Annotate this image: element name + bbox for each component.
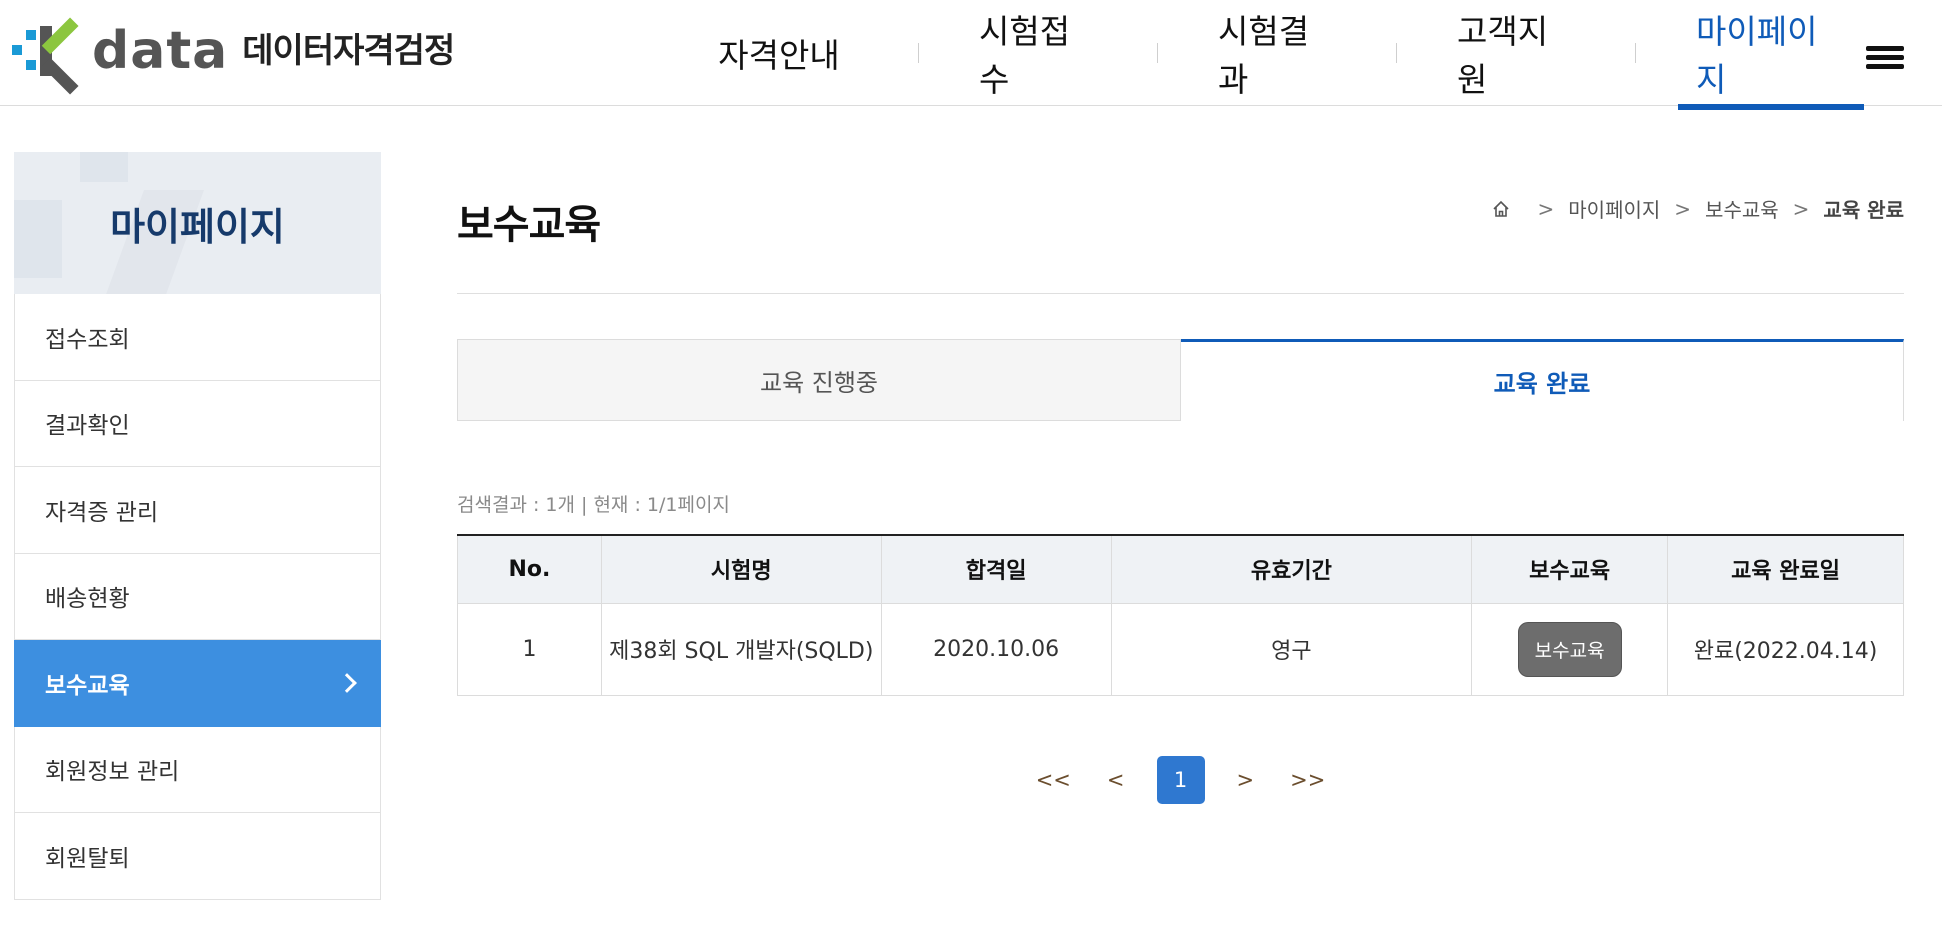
table-header-row: No. 시험명 합격일 유효기간 보수교육 교육 완료일 <box>457 535 1904 604</box>
nav-label: 시험접수 <box>979 12 1071 99</box>
title-divider <box>457 293 1904 294</box>
site-header: data 데이터자격검정 자격안내 시험접수 시험결과 고객지원 마이페이지 <box>0 0 1942 110</box>
page-current-button[interactable]: 1 <box>1156 756 1205 804</box>
logo-wordmark: data <box>92 21 229 81</box>
sidebar-item-member-info[interactable]: 회원정보 관리 <box>14 726 381 813</box>
cell-completion-date: 완료(2022.04.14) <box>1667 602 1904 696</box>
pagination: << < 1 > >> <box>457 756 1904 804</box>
logo-subtitle: 데이터자격검정 <box>242 31 455 71</box>
breadcrumb-separator-icon: > <box>1674 196 1692 221</box>
breadcrumb-item[interactable]: 마이페이지 <box>1568 194 1660 223</box>
cell-exam-name: 제38회 SQL 개발자(SQLD) <box>600 602 882 696</box>
breadcrumb-separator-icon: > <box>1792 196 1810 221</box>
hamburger-menu-icon[interactable] <box>1866 46 1904 70</box>
sidebar-item-continuing-education[interactable]: 보수교육 <box>14 640 381 727</box>
column-header-education: 보수교육 <box>1471 535 1669 604</box>
page-first-button[interactable]: << <box>1036 768 1071 792</box>
sidebar-item-label: 접수조회 <box>45 326 130 353</box>
cell-no: 1 <box>457 602 602 696</box>
column-header-validity: 유효기간 <box>1110 535 1473 604</box>
nav-active-indicator <box>1678 104 1864 110</box>
column-header-no: No. <box>457 535 602 604</box>
home-icon[interactable] <box>1492 200 1510 218</box>
breadcrumb-separator-icon: > <box>1537 196 1555 221</box>
nav-label: 자격안내 <box>718 36 840 75</box>
page-title: 보수교육 <box>457 202 601 248</box>
column-header-exam-name: 시험명 <box>600 535 882 604</box>
kdata-logo[interactable]: data 데이터자격검정 <box>12 17 455 95</box>
education-button[interactable]: 보수교육 <box>1517 621 1622 677</box>
sidebar-item-certificate-management[interactable]: 자격증 관리 <box>14 467 381 554</box>
nav-divider <box>918 43 919 63</box>
k-logo-mark-icon <box>12 17 90 95</box>
page-next-button[interactable]: > <box>1237 768 1255 792</box>
nav-exam-registration[interactable]: 시험접수 <box>979 0 1097 106</box>
tab-completed[interactable]: 교육 완료 <box>1181 339 1904 421</box>
sidebar-item-registration-lookup[interactable]: 접수조회 <box>14 294 381 381</box>
breadcrumb-item[interactable]: 보수교육 <box>1705 194 1779 223</box>
sidebar-item-result-check[interactable]: 결과확인 <box>14 380 381 467</box>
sidebar-item-label: 회원정보 관리 <box>45 759 180 786</box>
breadcrumb: > 마이페이지 > 보수교육 > 교육 완료 <box>1492 194 1904 223</box>
education-table: No. 시험명 합격일 유효기간 보수교육 교육 완료일 1 제38회 SQL … <box>457 534 1904 696</box>
nav-qualification-info[interactable]: 자격안내 <box>700 0 858 106</box>
sidebar-item-label: 보수교육 <box>45 672 130 699</box>
sidebar-item-withdraw[interactable]: 회원탈퇴 <box>14 813 381 900</box>
tab-in-progress[interactable]: 교육 진행중 <box>457 339 1181 421</box>
nav-divider <box>1635 43 1636 63</box>
main-nav: 자격안내 시험접수 시험결과 고객지원 마이페이지 <box>700 0 1864 110</box>
cell-validity: 영구 <box>1110 602 1473 696</box>
chevron-right-icon <box>337 672 357 693</box>
nav-label: 시험결과 <box>1218 12 1310 99</box>
nav-customer-support[interactable]: 고객지원 <box>1457 0 1575 106</box>
sidebar-item-label: 결과확인 <box>45 413 130 440</box>
sidebar: 마이페이지 접수조회 결과확인 자격증 관리 배송현황 보수교육 회원정보 관리… <box>14 152 381 900</box>
breadcrumb-current: 교육 완료 <box>1823 198 1904 222</box>
cell-pass-date: 2020.10.06 <box>880 602 1112 696</box>
nav-divider <box>1396 43 1397 63</box>
page-last-button[interactable]: >> <box>1290 768 1325 792</box>
nav-exam-results[interactable]: 시험결과 <box>1218 0 1336 106</box>
nav-label: 마이페이지 <box>1696 12 1818 99</box>
column-header-completion-date: 교육 완료일 <box>1667 535 1904 604</box>
nav-mypage[interactable]: 마이페이지 <box>1678 0 1864 110</box>
education-tabs: 교육 진행중 교육 완료 <box>457 339 1904 421</box>
cell-education: 보수교육 <box>1471 602 1669 696</box>
sidebar-item-label: 회원탈퇴 <box>45 845 130 872</box>
nav-divider <box>1157 43 1158 63</box>
search-result-info: 검색결과 : 1개 | 현재 : 1/1페이지 <box>457 494 730 516</box>
nav-label: 고객지원 <box>1457 12 1549 99</box>
column-header-pass-date: 합격일 <box>880 535 1112 604</box>
sidebar-item-delivery-status[interactable]: 배송현황 <box>14 553 381 640</box>
table-row: 1 제38회 SQL 개발자(SQLD) 2020.10.06 영구 보수교육 … <box>457 602 1904 696</box>
sidebar-item-label: 배송현황 <box>45 586 130 613</box>
page-prev-button[interactable]: < <box>1107 768 1125 792</box>
sidebar-header: 마이페이지 <box>14 152 381 294</box>
sidebar-title: 마이페이지 <box>110 204 285 249</box>
sidebar-item-label: 자격증 관리 <box>45 499 159 526</box>
